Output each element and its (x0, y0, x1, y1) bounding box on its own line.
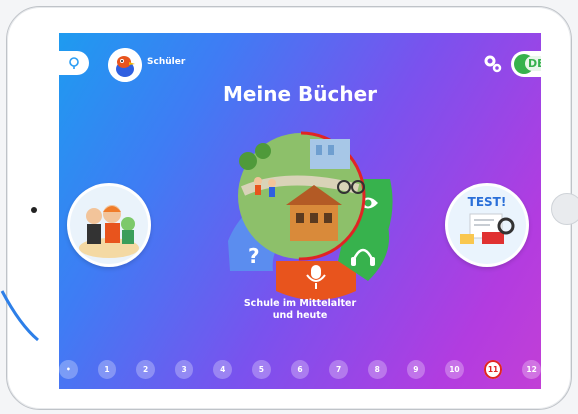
page-dot[interactable]: 4 (213, 360, 233, 379)
book-test[interactable]: TEST! (445, 183, 529, 267)
avatar[interactable] (108, 48, 142, 82)
pin-icon (69, 57, 79, 69)
book-title-line1: Schule im Mittelalter (243, 298, 357, 309)
book-cover-main[interactable] (236, 131, 366, 261)
page-dot[interactable]: 3 (174, 360, 194, 379)
home-button[interactable] (551, 193, 578, 225)
page-dot[interactable]: 12 (522, 360, 541, 379)
page-dot[interactable]: 9 (406, 360, 426, 379)
page-dot[interactable]: 5 (252, 360, 271, 379)
record-button[interactable] (276, 261, 356, 300)
camera (31, 207, 37, 213)
page-dot[interactable]: 8 (367, 360, 387, 379)
page-title: Meine Bücher (222, 82, 378, 106)
book-wheel: ? (228, 131, 393, 300)
page-dot[interactable]: 7 (329, 360, 348, 379)
language-label: DE (525, 56, 541, 71)
bird-avatar-icon (108, 48, 142, 82)
page-dot[interactable]: 10 (445, 360, 464, 379)
question-icon: ? (248, 244, 260, 268)
page-dot[interactable]: 2 (136, 360, 155, 379)
back-button[interactable] (59, 51, 89, 75)
page-dot[interactable]: • (59, 360, 78, 379)
page-dot[interactable]: 6 (290, 360, 310, 379)
book-cover-kids-image (70, 186, 148, 264)
book-title-line2: und heute (272, 310, 328, 321)
user-label: Schüler (147, 57, 186, 67)
test-label: TEST! (468, 195, 507, 209)
language-toggle[interactable]: DE (511, 51, 541, 77)
gear-icon[interactable] (482, 53, 504, 75)
page-dot[interactable]: 11 (483, 360, 503, 379)
test-cover-image: TEST! (448, 186, 526, 264)
page-dot[interactable]: 1 (97, 360, 117, 379)
app-screen: Schüler DE Meine Bücher TEST! ? Schule i… (59, 33, 541, 389)
page-indicator: • 1 2 3 4 5 6 7 8 9 10 11 12 (59, 360, 541, 382)
decoration-swoosh (0, 290, 39, 342)
book-left[interactable] (67, 183, 151, 267)
book-title: Schule im Mittelalter und heute (59, 298, 541, 322)
